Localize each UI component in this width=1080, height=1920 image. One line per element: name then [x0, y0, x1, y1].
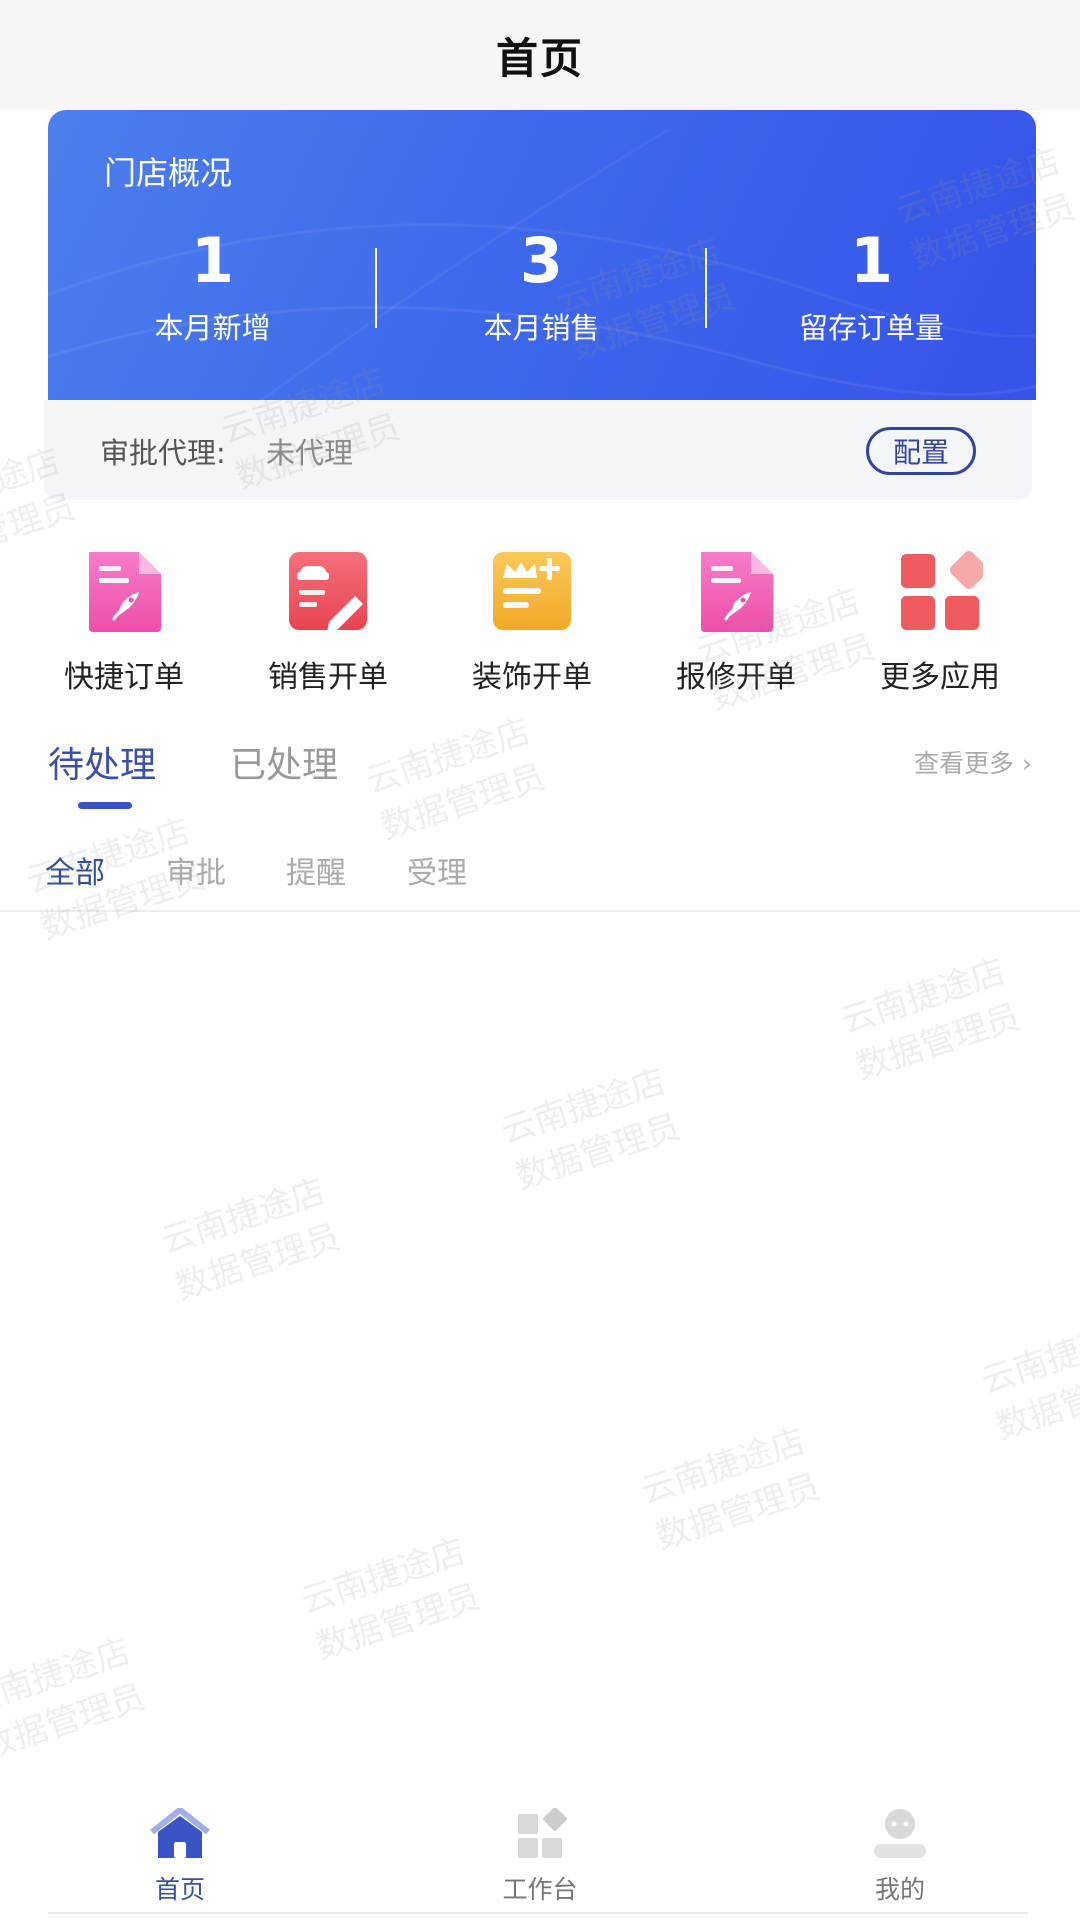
- stat-value: 1: [849, 224, 894, 297]
- active-tab-indicator: [78, 802, 132, 809]
- chevron-right-icon: ›: [1022, 749, 1032, 778]
- stat-value: 3: [519, 224, 564, 297]
- home-icon: [150, 1807, 210, 1858]
- red-grid-icon: [897, 548, 989, 634]
- app-label: 快捷订单: [64, 660, 184, 695]
- stat-label: 本月新增: [154, 311, 271, 345]
- nav-label: 工作台: [502, 1875, 578, 1904]
- stat-value: 1: [190, 224, 235, 297]
- nav-label: 首页: [154, 1875, 205, 1904]
- app-sales-order[interactable]: 销售开单: [228, 548, 428, 696]
- app-shortcuts: 快捷订单 销售开单 装饰开单 报修开单 更多应用: [0, 548, 1080, 698]
- pink-rocket-document-icon: [81, 548, 167, 634]
- approval-agent-bar: 审批代理: 未代理 配置: [44, 400, 1032, 500]
- nav-workbench[interactable]: 工作台: [440, 1807, 640, 1906]
- watermark: 云南捷途店数据管理员: [496, 1061, 686, 1198]
- store-overview-title: 门店概况: [104, 154, 233, 192]
- filter-reminder[interactable]: 提醒: [286, 848, 346, 892]
- task-filters: 全部 审批 提醒 受理: [0, 848, 1080, 908]
- nav-label: 我的: [874, 1875, 925, 1904]
- page-title: 首页: [495, 33, 584, 83]
- stat-retained-orders[interactable]: 1 留存订单量: [707, 225, 1036, 347]
- app-more[interactable]: 更多应用: [840, 548, 1040, 696]
- stat-sales-this-month[interactable]: 3 本月销售: [377, 225, 706, 347]
- stat-label: 本月销售: [483, 311, 600, 345]
- approval-agent-label: 审批代理:: [100, 436, 226, 470]
- filter-all[interactable]: 全部: [45, 848, 105, 892]
- tab-processed[interactable]: 已处理: [230, 736, 338, 788]
- watermark: 云南捷途店数据管理员: [156, 1171, 346, 1308]
- view-more-label: 查看更多: [914, 749, 1015, 778]
- nav-profile[interactable]: 我的: [800, 1808, 1000, 1906]
- stat-label: 留存订单量: [798, 311, 944, 345]
- stat-new-this-month[interactable]: 1 本月新增: [48, 225, 377, 347]
- watermark: 云南捷途店数据管理员: [296, 1531, 486, 1668]
- approval-agent-value: 未代理: [266, 436, 354, 470]
- app-label: 装饰开单: [472, 660, 592, 695]
- app-label: 销售开单: [268, 660, 388, 695]
- top-header: 首页: [0, 0, 1080, 110]
- red-car-edit-icon: [285, 548, 371, 634]
- watermark: 云南捷途店数据管理员: [0, 1631, 151, 1768]
- yellow-crown-plus-icon: [489, 548, 575, 634]
- app-repair-order[interactable]: 报修开单: [636, 548, 836, 696]
- watermark: 云南捷途店数据管理员: [836, 951, 1026, 1088]
- filter-accept[interactable]: 受理: [407, 848, 467, 892]
- app-decoration-order[interactable]: 装饰开单: [432, 548, 632, 696]
- workbench-icon: [518, 1807, 567, 1858]
- store-overview-card: 门店概况 1 本月新增 3 本月销售 1 留存订单量: [48, 110, 1036, 400]
- config-button[interactable]: 配置: [866, 427, 976, 475]
- filter-divider: [0, 910, 1080, 912]
- watermark: 云南捷途店数据管理员: [361, 711, 551, 848]
- view-more-link[interactable]: 查看更多 ›: [914, 744, 1032, 780]
- app-label: 报修开单: [676, 660, 796, 695]
- tab-pending[interactable]: 待处理: [48, 736, 156, 788]
- app-quick-order[interactable]: 快捷订单: [24, 548, 224, 696]
- bottom-divider: [48, 1912, 1028, 1914]
- app-label: 更多应用: [880, 660, 1000, 695]
- filter-approval[interactable]: 审批: [166, 848, 226, 892]
- bottom-navigation: 首页 工作台 我的: [0, 1780, 1080, 1920]
- nav-home[interactable]: 首页: [80, 1807, 280, 1906]
- watermark: 云南捷途店数据管理员: [976, 1311, 1080, 1448]
- watermark: 云南捷途店数据管理员: [636, 1421, 826, 1558]
- pink-rocket-document-icon: [693, 548, 779, 634]
- profile-icon: [874, 1809, 926, 1858]
